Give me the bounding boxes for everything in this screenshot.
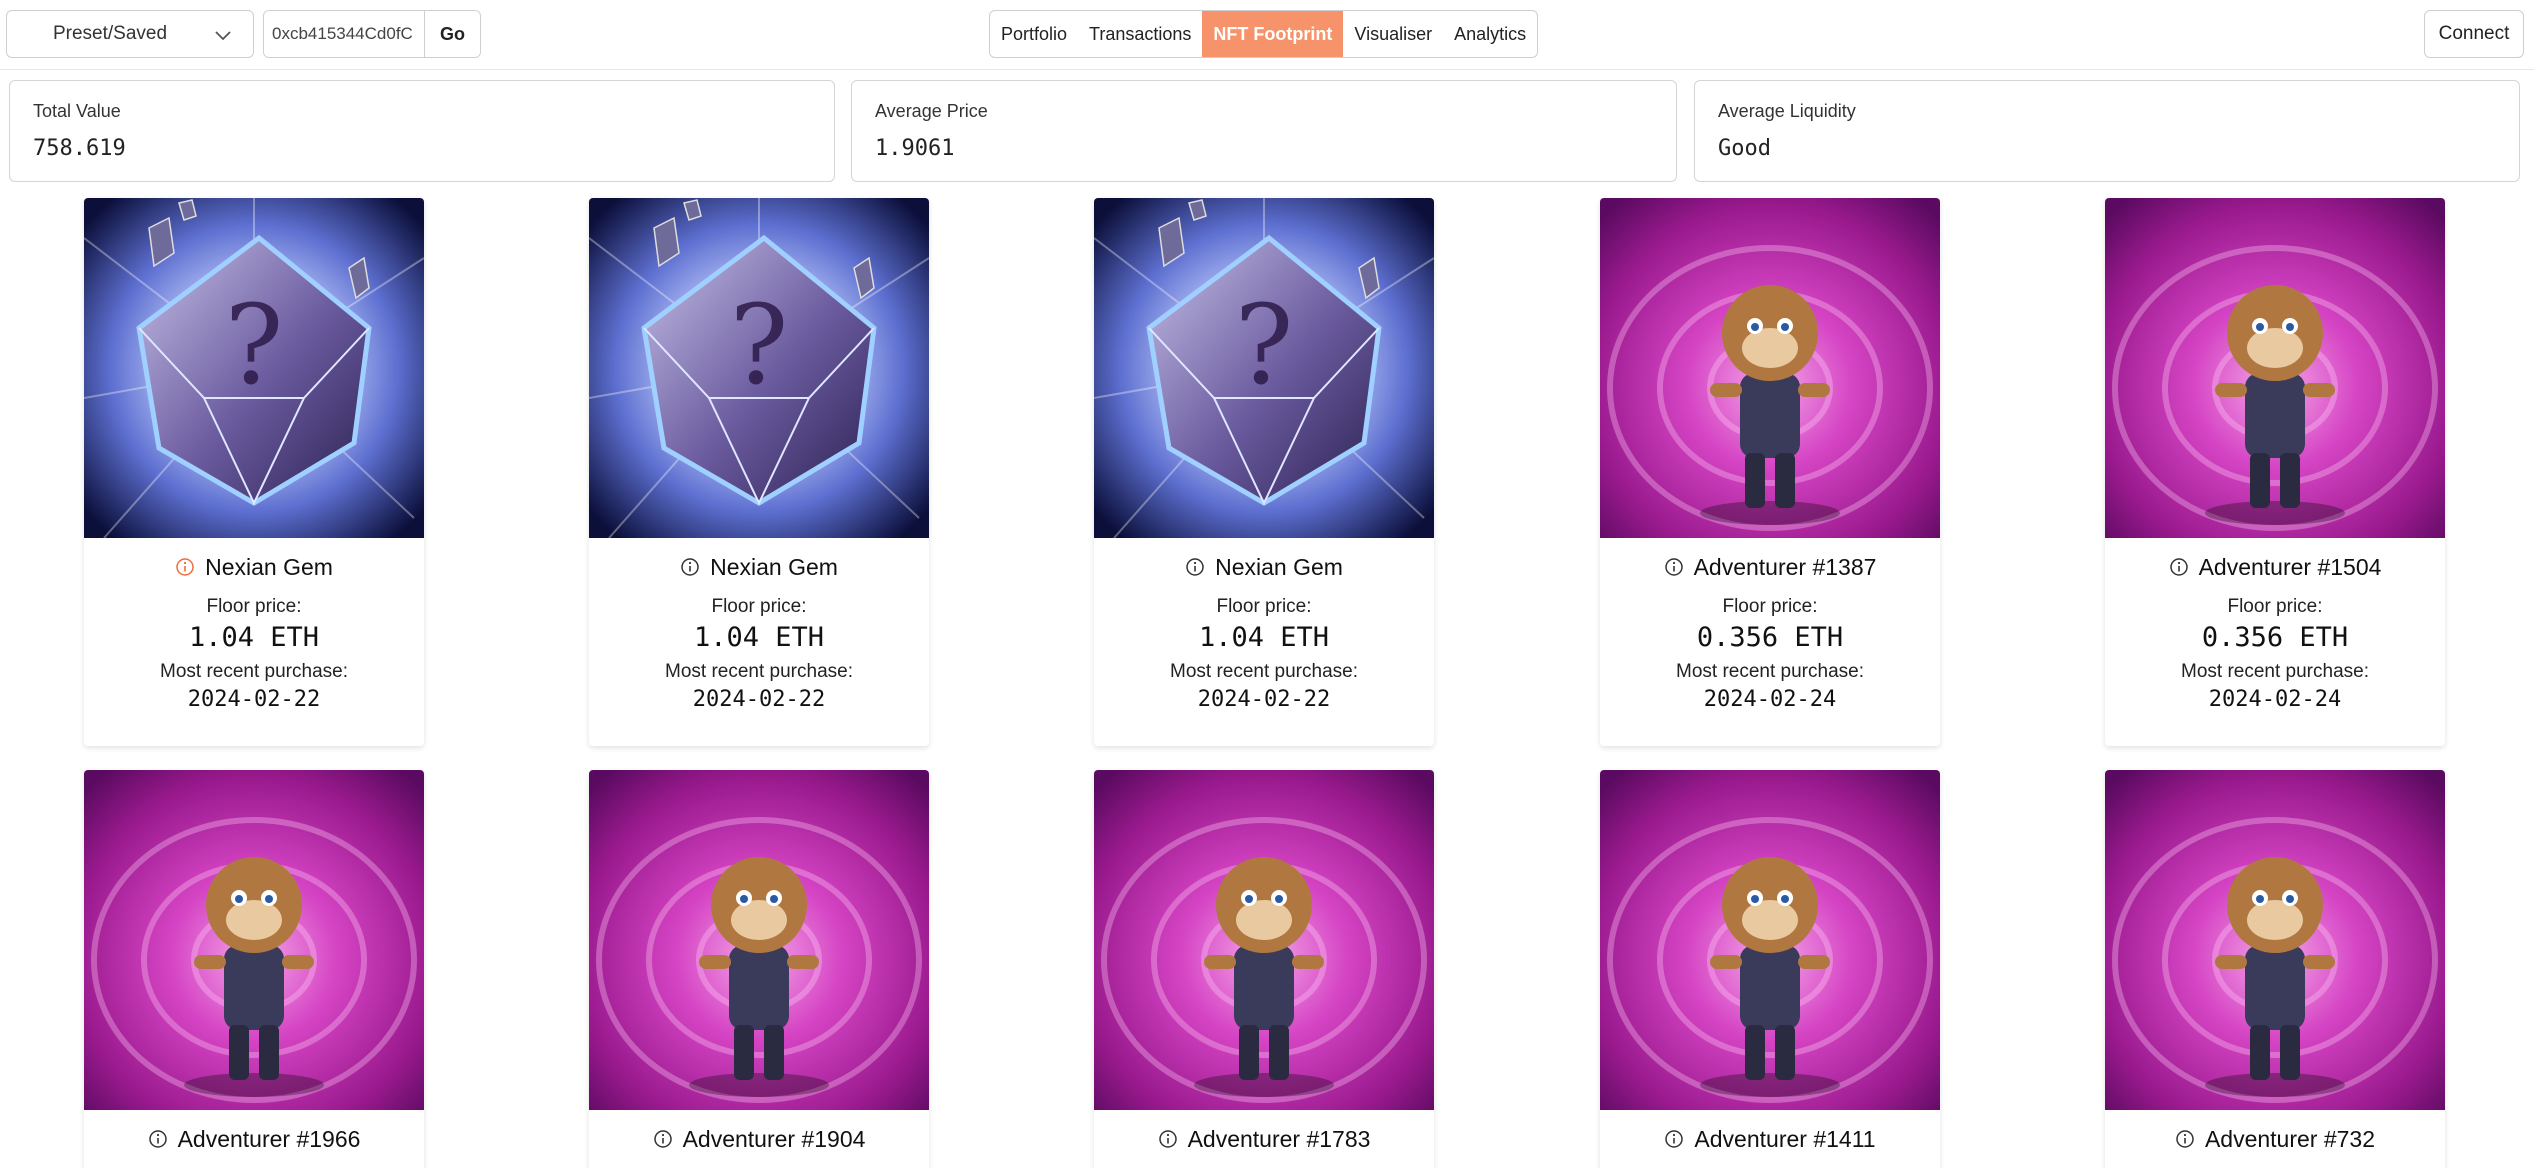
nft-name: Nexian Gem xyxy=(1094,538,1434,596)
recent-purchase-value: 2024-02-22 xyxy=(187,687,321,712)
adventurer-image xyxy=(84,770,424,1110)
recent-purchase-label: Most recent purchase: xyxy=(2181,661,2369,682)
recent-purchase-value: 2024-02-22 xyxy=(692,687,826,712)
floor-price-label: Floor price: xyxy=(711,596,807,617)
tab-nft-footprint[interactable]: NFT Footprint xyxy=(1202,11,1344,57)
adventurer-image xyxy=(2105,770,2445,1110)
chevron-down-icon xyxy=(215,31,231,41)
info-icon[interactable] xyxy=(148,1129,168,1149)
nft-card[interactable]: Adventurer #1387 Floor price: 0.356 ETH Mos… xyxy=(1600,198,1940,746)
stat-label: Total Value xyxy=(33,101,121,121)
recent-purchase-label: Most recent purchase: xyxy=(665,661,853,682)
nexian-gem-image: ? xyxy=(84,198,424,538)
info-icon[interactable] xyxy=(2175,1129,2195,1149)
floor-price-value: 0.356 ETH xyxy=(2201,622,2349,653)
nft-name-label: Adventurer #1966 xyxy=(177,1125,361,1152)
nft-name: Adventurer #1966 xyxy=(84,1110,424,1168)
nft-name-label: Nexian Gem xyxy=(1215,553,1343,580)
nft-card[interactable]: ? Nexian Gem Floor price: 1.04 ETH Most rece… xyxy=(1094,198,1434,746)
nft-name: Adventurer #1387 xyxy=(1600,538,1940,596)
stat-value: 758.619 xyxy=(33,136,126,161)
svg-text:?: ? xyxy=(1235,281,1294,409)
adventurer-image xyxy=(1094,770,1434,1110)
nft-name: Adventurer #1411 xyxy=(1600,1110,1940,1168)
nft-card[interactable]: ? Nexian Gem Floor price: 1.04 ETH Most rece… xyxy=(589,198,929,746)
tab-portfolio[interactable]: Portfolio xyxy=(990,11,1078,57)
nft-card[interactable]: Adventurer #1904 xyxy=(589,770,929,1168)
floor-price-label: Floor price: xyxy=(1216,596,1312,617)
nft-card[interactable]: Adventurer #1504 Floor price: 0.356 ETH Mos… xyxy=(2105,198,2445,746)
floor-price-value: 1.04 ETH xyxy=(188,622,320,653)
info-icon[interactable] xyxy=(1158,1129,1178,1149)
nft-name: Nexian Gem xyxy=(84,538,424,596)
tab-analytics[interactable]: Analytics xyxy=(1443,11,1537,57)
address-search-group: Go xyxy=(263,10,481,58)
info-icon[interactable] xyxy=(653,1129,673,1149)
svg-text:?: ? xyxy=(225,281,284,409)
nft-name-label: Adventurer #732 xyxy=(2204,1125,2376,1152)
recent-purchase-label: Most recent purchase: xyxy=(160,661,348,682)
total-value-card: Total Value 758.619 xyxy=(9,80,835,182)
nft-name-label: Adventurer #1783 xyxy=(1187,1125,1371,1152)
info-icon[interactable] xyxy=(1664,1129,1684,1149)
nft-name: Adventurer #1904 xyxy=(589,1110,929,1168)
nav-tabs: Portfolio Transactions NFT Footprint Vis… xyxy=(989,10,1539,58)
nft-card[interactable]: Adventurer #732 xyxy=(2105,770,2445,1168)
info-icon[interactable] xyxy=(1185,557,1205,577)
nft-card[interactable]: Adventurer #1783 xyxy=(1094,770,1434,1168)
stat-label: Average Liquidity xyxy=(1718,101,1856,121)
nft-card[interactable]: ? Nexian Gem Floor price: 1.04 ETH Most rece… xyxy=(84,198,424,746)
stat-value: 1.9061 xyxy=(875,136,955,161)
nexian-gem-image: ? xyxy=(1094,198,1434,538)
recent-purchase-value: 2024-02-24 xyxy=(2208,687,2342,712)
info-icon[interactable] xyxy=(680,557,700,577)
stat-label: Average Price xyxy=(875,101,988,121)
nft-card[interactable]: Adventurer #1411 xyxy=(1600,770,1940,1168)
recent-purchase-value: 2024-02-24 xyxy=(1703,687,1837,712)
adventurer-image xyxy=(2105,198,2445,538)
tab-transactions[interactable]: Transactions xyxy=(1078,11,1202,57)
average-liquidity-card: Average Liquidity Good xyxy=(1694,80,2520,182)
floor-price-label: Floor price: xyxy=(206,596,302,617)
wallet-address-input[interactable] xyxy=(264,11,424,57)
average-price-card: Average Price 1.9061 xyxy=(851,80,1677,182)
nft-name: Nexian Gem xyxy=(589,538,929,596)
floor-price-value: 1.04 ETH xyxy=(1198,622,1330,653)
info-icon[interactable] xyxy=(2169,557,2189,577)
floor-price-value: 1.04 ETH xyxy=(693,622,825,653)
recent-purchase-value: 2024-02-22 xyxy=(1197,687,1331,712)
floor-price-label: Floor price: xyxy=(2227,596,2323,617)
recent-purchase-label: Most recent purchase: xyxy=(1676,661,1864,682)
nft-card[interactable]: Adventurer #1966 xyxy=(84,770,424,1168)
stat-value: Good xyxy=(1718,136,1771,161)
nft-name-label: Adventurer #1504 xyxy=(2198,553,2382,580)
floor-price-label: Floor price: xyxy=(1722,596,1818,617)
preset-select-label: Preset/Saved xyxy=(52,23,168,44)
adventurer-image xyxy=(589,770,929,1110)
nft-name-label: Adventurer #1904 xyxy=(682,1125,866,1152)
go-button[interactable]: Go xyxy=(424,11,480,57)
nexian-gem-image: ? xyxy=(589,198,929,538)
preset-select[interactable]: Preset/Saved xyxy=(6,10,254,58)
recent-purchase-label: Most recent purchase: xyxy=(1170,661,1358,682)
info-icon[interactable] xyxy=(175,557,195,577)
nft-name-label: Adventurer #1387 xyxy=(1693,553,1877,580)
nft-name-label: Adventurer #1411 xyxy=(1694,1125,1876,1152)
tab-visualiser[interactable]: Visualiser xyxy=(1343,11,1443,57)
nft-name-label: Nexian Gem xyxy=(205,553,333,580)
nft-name: Adventurer #1504 xyxy=(2105,538,2445,596)
connect-button[interactable]: Connect xyxy=(2424,10,2524,58)
adventurer-image xyxy=(1600,770,1940,1110)
top-bar: Preset/Saved Go Portfolio Transactions N… xyxy=(0,0,2534,70)
nft-name-label: Nexian Gem xyxy=(710,553,838,580)
adventurer-image xyxy=(1600,198,1940,538)
info-icon[interactable] xyxy=(1664,557,1684,577)
svg-text:?: ? xyxy=(730,281,789,409)
floor-price-value: 0.356 ETH xyxy=(1696,622,1844,653)
nft-name: Adventurer #1783 xyxy=(1094,1110,1434,1168)
nft-name: Adventurer #732 xyxy=(2105,1110,2445,1168)
